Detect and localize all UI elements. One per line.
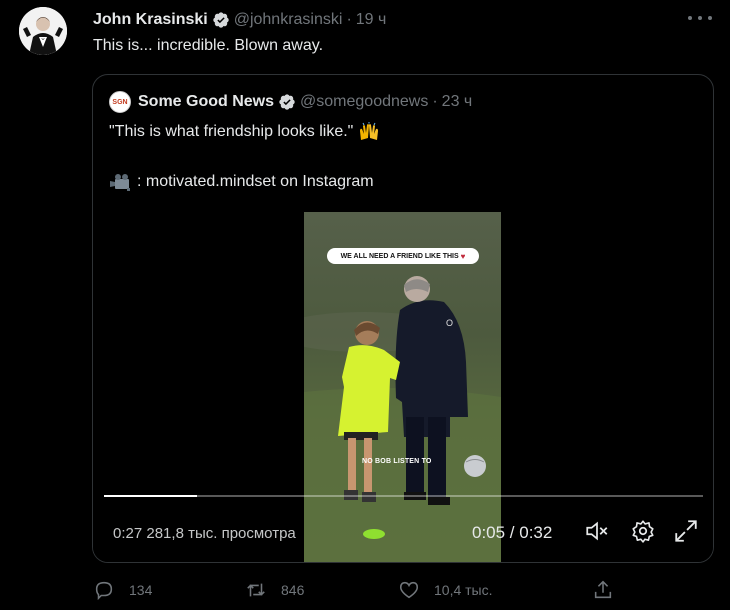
reply-bubble-icon[interactable] — [93, 579, 115, 601]
heart-icon[interactable] — [398, 579, 420, 601]
quoted-source-text: : motivated.mindset on Instagram — [137, 173, 374, 190]
share-action[interactable] — [592, 576, 614, 604]
quoted-author-name[interactable]: Some Good News — [138, 93, 274, 111]
quoted-tweet[interactable]: SGN Some Good News @somegoodnews · 23 ч … — [92, 74, 714, 563]
quoted-text-line-2: : motivated.mindset on Instagram — [109, 172, 374, 192]
video-player[interactable]: O WE ALL NEED A FRIEND LIKE THIS ♥ NO BO… — [93, 212, 713, 562]
reply-action[interactable]: 134 — [93, 576, 152, 604]
fullscreen-icon[interactable] — [673, 518, 699, 544]
video-caption-sticker: WE ALL NEED A FRIEND LIKE THIS ♥ — [327, 248, 479, 264]
quoted-tweet-timestamp[interactable]: 23 ч — [442, 93, 473, 111]
share-icon[interactable] — [592, 579, 614, 601]
quoted-tweet-header: Some Good News @somegoodnews · 23 ч — [138, 92, 472, 112]
tweet-header: John Krasinski @johnkrasinski · 19 ч — [93, 9, 386, 31]
separator-dot: · — [432, 93, 438, 110]
tweet-timestamp[interactable]: 19 ч — [356, 11, 387, 29]
svg-text:O: O — [446, 318, 453, 328]
verified-badge-icon — [279, 94, 295, 110]
retweet-count: 846 — [281, 582, 305, 598]
raising-hands-emoji — [360, 122, 379, 140]
quoted-text: "This is what friendship looks like." — [109, 123, 354, 140]
retweet-action[interactable]: 846 — [245, 576, 304, 604]
tweet-actions: 134 846 10,4 тыс. — [0, 576, 730, 604]
tweet-text: This is... incredible. Blown away. — [93, 37, 324, 54]
video-views: 281,8 тыс. просмотра — [146, 525, 296, 542]
muted-speaker-icon[interactable] — [584, 518, 610, 544]
quoted-text-line-1: "This is what friendship looks like." — [109, 122, 380, 142]
video-frame[interactable]: O WE ALL NEED A FRIEND LIKE THIS ♥ NO BO… — [304, 212, 501, 562]
separator-dot: · — [346, 11, 352, 28]
retweet-icon[interactable] — [245, 579, 267, 601]
like-count: 10,4 тыс. — [434, 582, 493, 598]
video-info: 0:27 281,8 тыс. просмотра — [113, 525, 296, 542]
quoted-author-avatar[interactable]: SGN — [109, 91, 131, 113]
video-scene-image: O — [304, 276, 501, 562]
video-progress-bar[interactable] — [104, 495, 703, 497]
quoted-author-handle[interactable]: @somegoodnews — [300, 93, 428, 111]
settings-gear-icon[interactable] — [630, 518, 656, 544]
video-subtitle: NO BOB LISTEN TO — [362, 458, 432, 465]
video-caption-text: WE ALL NEED A FRIEND LIKE THIS — [340, 252, 459, 260]
more-options-icon[interactable] — [688, 10, 712, 26]
video-elapsed: 0:27 — [113, 525, 143, 542]
reply-count: 134 — [129, 582, 153, 598]
verified-badge-icon — [213, 12, 229, 28]
like-action[interactable]: 10,4 тыс. — [398, 576, 493, 604]
tweet[interactable]: John Krasinski @johnkrasinski · 19 ч Thi… — [0, 0, 730, 610]
author-handle[interactable]: @johnkrasinski — [234, 11, 343, 29]
author-name[interactable]: John Krasinski — [93, 11, 208, 29]
heart-emoji: ♥ — [460, 251, 466, 261]
author-avatar[interactable] — [19, 7, 67, 55]
video-progress-fill — [104, 495, 198, 497]
movie-camera-emoji — [110, 174, 130, 191]
video-time-display: 0:05 / 0:32 — [472, 523, 553, 542]
